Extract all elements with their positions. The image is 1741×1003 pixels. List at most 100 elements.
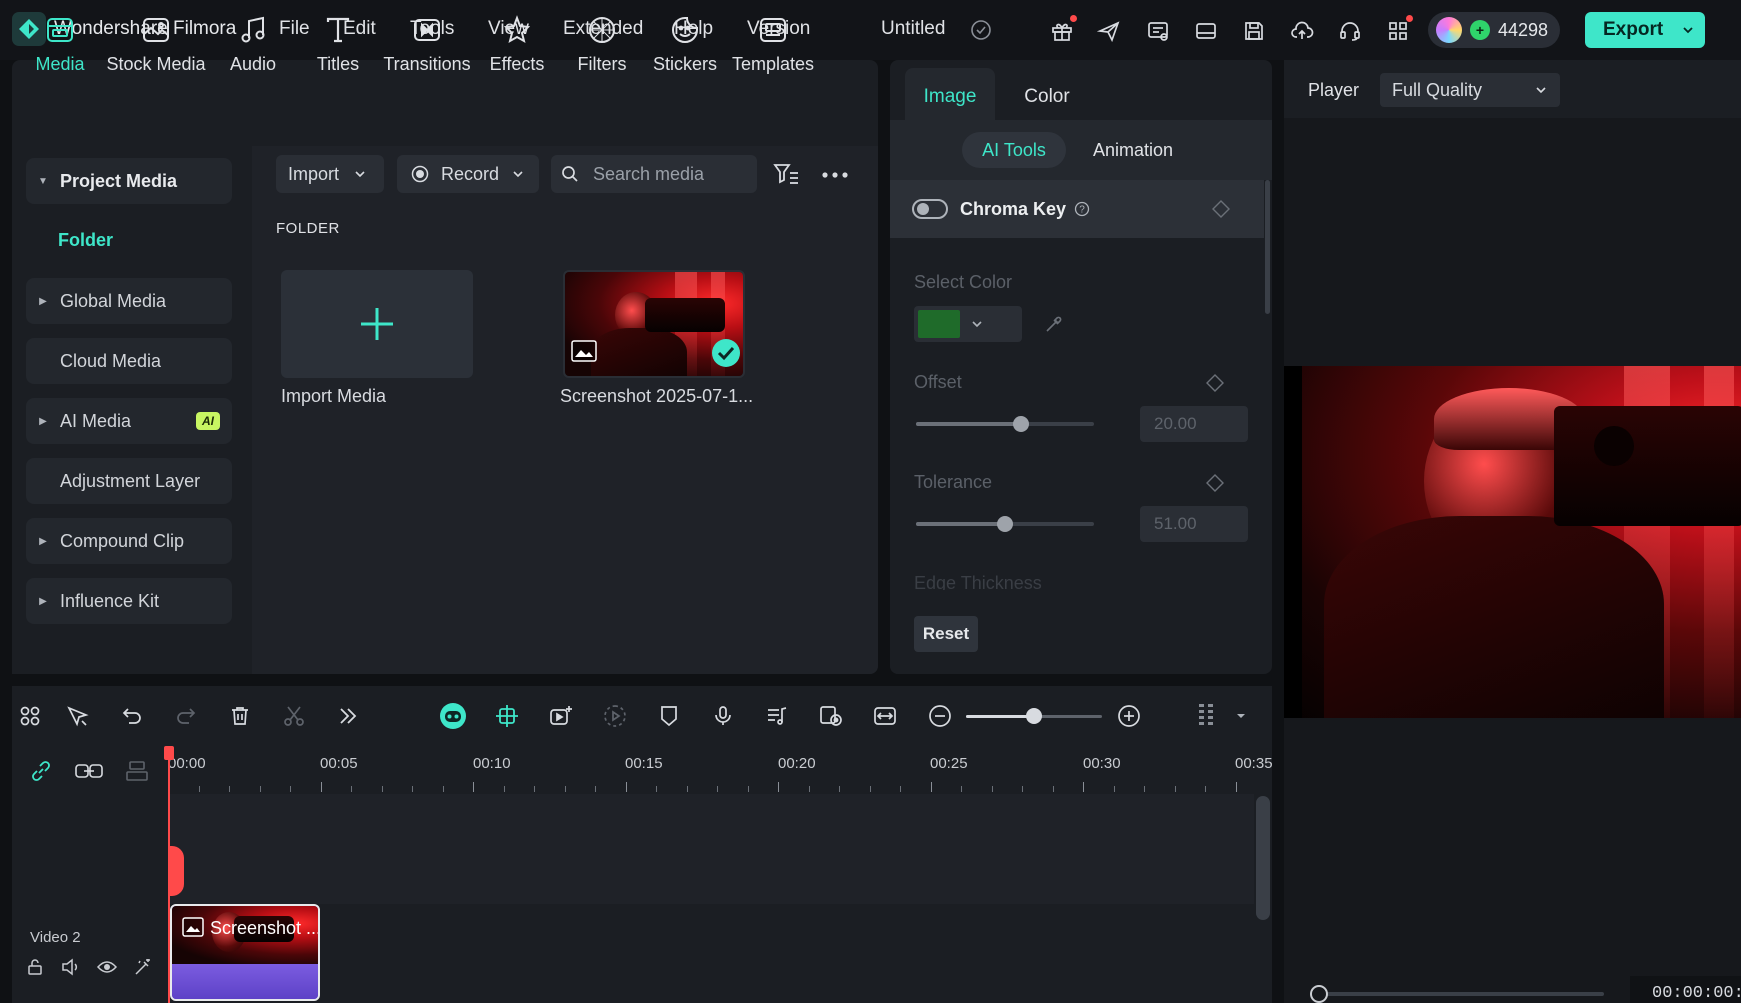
credits-badge[interactable]: + 44298 [1428, 12, 1560, 48]
tab-image[interactable]: Image [905, 68, 995, 126]
tolerance-value-field[interactable]: 51.00 [1140, 506, 1248, 542]
tab-stock-media[interactable]: Stock Media [106, 10, 206, 75]
sidebar-item-adjustment-layer[interactable]: Adjustment Layer [26, 458, 232, 504]
chevron-down-icon[interactable] [1681, 23, 1695, 37]
offset-value-field[interactable]: 20.00 [1140, 406, 1248, 442]
undo-icon[interactable] [116, 700, 148, 732]
offset-slider[interactable] [916, 422, 1094, 426]
play-circle-icon[interactable] [599, 700, 631, 732]
playhead-marker[interactable] [168, 846, 184, 896]
player-scrubber[interactable] [1310, 992, 1604, 996]
group-link-icon[interactable] [74, 758, 104, 784]
export-label: Export [1603, 19, 1664, 40]
link-icon[interactable] [28, 758, 54, 784]
zoom-slider-knob[interactable] [1026, 708, 1042, 724]
track-stack-icon[interactable] [124, 758, 150, 784]
timeline-clip[interactable]: Screenshot ... [170, 904, 320, 1001]
track-height-icon[interactable] [1190, 700, 1222, 732]
cloud-upload-icon[interactable] [1285, 14, 1319, 48]
sidebar-item-folder[interactable]: Folder [58, 230, 113, 251]
project-title[interactable]: Untitled [881, 18, 945, 40]
subtab-ai-tools[interactable]: AI Tools [962, 132, 1066, 168]
tab-media[interactable]: Media [10, 10, 110, 75]
sidebar-item-ai-media[interactable]: ▶ AI Media AI [26, 398, 232, 444]
microphone-icon[interactable] [707, 700, 739, 732]
sidebar-item-global-media[interactable]: ▶ Global Media [26, 278, 232, 324]
player-scrubber-knob[interactable] [1310, 985, 1328, 1003]
timeline-scrollbar[interactable] [1256, 796, 1270, 920]
redo-icon[interactable] [170, 700, 202, 732]
delete-trash-icon[interactable] [224, 700, 256, 732]
offset-slider-knob[interactable] [1013, 416, 1030, 432]
subtab-animation[interactable]: Animation [1078, 132, 1188, 168]
media-thumbnail[interactable] [563, 270, 745, 378]
ruler-label: 00:10 [473, 755, 511, 772]
playhead-handle[interactable] [164, 746, 174, 760]
layout-grid-icon[interactable] [14, 700, 46, 732]
reset-button[interactable]: Reset [914, 616, 978, 652]
sidebar-item-project-media[interactable]: ▼ Project Media [26, 158, 232, 204]
keyframe-diamond-icon[interactable] [1212, 200, 1230, 218]
tab-transitions[interactable]: Transitions [377, 10, 477, 75]
ruler-tick [900, 786, 901, 792]
quality-dropdown[interactable]: Full Quality [1380, 73, 1560, 107]
lock-icon[interactable] [24, 956, 46, 978]
import-dropdown[interactable]: Import [276, 155, 384, 193]
tab-stickers[interactable]: Stickers [635, 10, 735, 75]
scissors-split-icon[interactable] [278, 700, 310, 732]
ruler-tick [778, 782, 779, 792]
auto-sync-icon[interactable] [491, 700, 523, 732]
zoom-out-icon[interactable] [924, 700, 956, 732]
record-icon [411, 165, 429, 183]
import-media-tile[interactable] [281, 270, 473, 378]
sidebar-item-influence-kit[interactable]: ▶ Influence Kit [26, 578, 232, 624]
more-tools-chevron-icon[interactable] [332, 700, 364, 732]
zoom-slider-fill [966, 715, 1034, 718]
ai-robot-icon[interactable] [437, 700, 469, 732]
tab-color[interactable]: Color [1002, 68, 1092, 126]
sidebar-item-compound-clip[interactable]: ▶ Compound Clip [26, 518, 232, 564]
keyframe-diamond-icon[interactable] [1206, 374, 1224, 392]
headset-support-icon[interactable] [1333, 14, 1367, 48]
help-icon[interactable]: ? [1074, 201, 1090, 217]
sidebar-item-label: Project Media [60, 170, 178, 191]
filter-sort-icon[interactable] [772, 160, 800, 188]
more-options-icon[interactable] [821, 163, 849, 187]
gift-icon[interactable] [1045, 14, 1079, 48]
media-item-label: Screenshot 2025-07-1... [560, 386, 754, 406]
video-preview[interactable] [1284, 366, 1741, 718]
properties-scrollbar[interactable] [1265, 180, 1270, 314]
search-input[interactable] [593, 163, 743, 185]
layout-icon[interactable] [1189, 14, 1223, 48]
key-color-dropdown[interactable] [914, 306, 1022, 342]
preview-render-icon[interactable] [815, 700, 847, 732]
marker-shield-icon[interactable] [653, 700, 685, 732]
apps-grid-icon[interactable] [1381, 14, 1415, 48]
keyframe-diamond-icon[interactable] [1206, 474, 1224, 492]
fit-timeline-icon[interactable] [869, 700, 901, 732]
record-dropdown[interactable]: Record [397, 155, 539, 193]
search-box[interactable] [551, 155, 757, 193]
tab-titles[interactable]: Titles [288, 10, 388, 75]
audio-mix-icon[interactable] [761, 700, 793, 732]
magic-wand-icon[interactable] [132, 956, 154, 978]
speaker-icon[interactable] [60, 956, 82, 978]
export-button[interactable]: Export [1585, 12, 1705, 48]
eye-visibility-icon[interactable] [96, 956, 118, 978]
select-pointer-icon[interactable] [61, 700, 93, 732]
ruler-tick [199, 786, 200, 792]
zoom-in-icon[interactable] [1113, 700, 1145, 732]
sidebar-item-cloud-media[interactable]: Cloud Media [26, 338, 232, 384]
avatar[interactable] [1436, 17, 1462, 43]
add-camera-icon[interactable] [545, 700, 577, 732]
feedback-icon[interactable] [1141, 14, 1175, 48]
eyedropper-icon[interactable] [1044, 314, 1064, 334]
tab-templates[interactable]: Templates [723, 10, 823, 75]
tolerance-slider-fill [916, 522, 1005, 526]
send-icon[interactable] [1092, 14, 1126, 48]
chroma-key-toggle[interactable] [912, 199, 948, 219]
tolerance-slider-knob[interactable] [997, 516, 1013, 532]
caret-down-icon[interactable] [1235, 710, 1247, 722]
stock-media-icon [106, 10, 206, 50]
save-icon[interactable] [1237, 14, 1271, 48]
